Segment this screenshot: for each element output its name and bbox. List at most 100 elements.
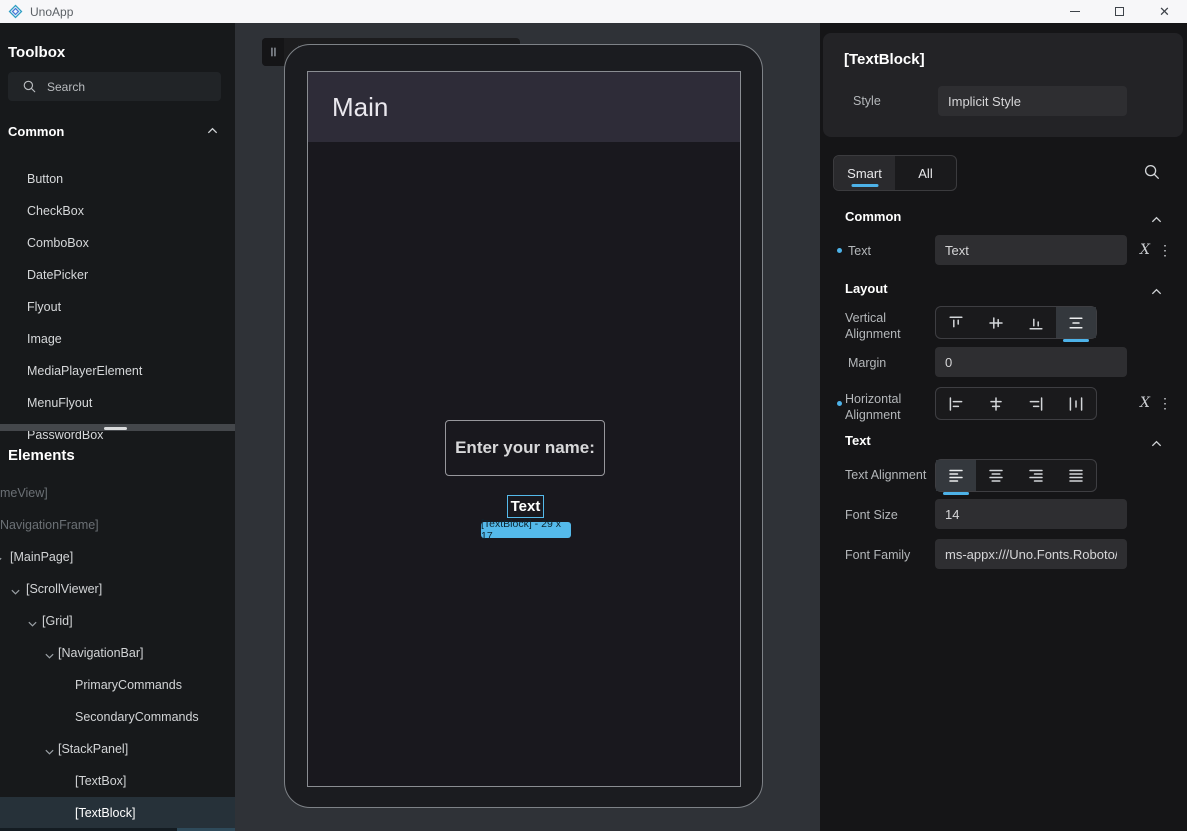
tree-item-grid[interactable]: [Grid] [0,605,235,637]
selected-textblock-text: Text [511,498,541,515]
tree-item-secondarycommands[interactable]: SecondaryCommands [0,701,235,733]
text-property-label: Text [848,244,871,258]
halign-left-button[interactable] [936,388,976,419]
toolbox-item-checkbox[interactable]: CheckBox [0,195,235,227]
halign-center-button[interactable] [976,388,1016,419]
halign-stretch-button[interactable] [1056,388,1096,419]
chevron-up-icon [1150,283,1163,301]
design-surface[interactable]: Main Enter your name: Text [TextBlock] -… [307,71,741,787]
properties-search-icon[interactable] [1143,163,1161,186]
device-frame: Main Enter your name: Text [TextBlock] -… [284,44,763,808]
section-common[interactable]: Common [820,206,1187,230]
tab-all[interactable]: All [895,156,956,190]
selected-textblock[interactable]: Text [507,495,544,518]
property-tabs: Smart All [833,155,957,191]
design-textbox[interactable]: Enter your name: [445,420,605,476]
toolbox-scrollbar[interactable] [0,424,235,431]
tree-item-textblock[interactable]: [TextBlock] [0,797,235,829]
vertical-alignment-label: Vertical Alignment [845,310,907,342]
style-label: Style [853,94,881,108]
valign-center-button[interactable] [976,307,1016,338]
toolbox-title: Toolbox [8,44,65,61]
selected-element-header: [TextBlock] [844,51,925,68]
navigation-bar[interactable]: Main [308,72,740,142]
property-menu-icon[interactable]: ⋮ [1158,395,1172,412]
page-title: Main [308,72,740,142]
close-button[interactable]: ✕ [1142,0,1187,23]
section-text[interactable]: Text [820,430,1187,454]
maximize-button[interactable] [1097,0,1142,23]
vertical-alignment-group [935,306,1097,339]
tree-item-frameview[interactable]: meView] [0,477,235,509]
properties-panel: [TextBlock] Style Smart All Common Text … [820,23,1187,831]
window-title: UnoApp [30,5,73,19]
valign-stretch-button[interactable] [1056,307,1096,338]
text-align-right-button[interactable] [1016,460,1056,491]
toolbox-item-button[interactable]: Button [0,163,235,195]
selection-size-badge: [TextBlock] - 29 x 17 [481,522,571,538]
binding-x-icon[interactable]: X [1140,242,1150,258]
minimize-button[interactable] [1052,0,1097,23]
uno-logo-icon [8,4,23,19]
tree-item-mainpage[interactable]: [MainPage] [0,541,235,573]
margin-field[interactable] [935,347,1127,377]
toolbox-item-datepicker[interactable]: DatePicker [0,259,235,291]
text-align-justify-button[interactable] [1056,460,1096,491]
modified-dot [837,401,842,406]
minimize-icon [1070,11,1080,13]
toolbox-item-flyout[interactable]: Flyout [0,291,235,323]
chevron-up-icon [206,122,219,140]
chevron-down-icon[interactable] [44,647,55,665]
chevron-down-icon[interactable] [27,615,38,633]
margin-label: Margin [848,356,886,370]
common-section-label: Common [8,124,64,139]
style-field[interactable] [938,86,1127,116]
drag-handle-icon[interactable] [262,38,284,66]
property-menu-icon[interactable]: ⋮ [1158,242,1172,259]
toolbox-item-mediaplayerelement[interactable]: MediaPlayerElement [0,355,235,387]
text-property-field[interactable] [935,235,1127,265]
toolbox-scrollbar-thumb[interactable] [104,427,127,430]
close-icon: ✕ [1159,5,1170,18]
toolbox-item-combobox[interactable]: ComboBox [0,227,235,259]
search-input[interactable] [47,80,197,94]
font-family-label: Font Family [845,548,910,562]
font-family-field[interactable] [935,539,1127,569]
tree-item-navigationframe[interactable]: NavigationFrame] [0,509,235,541]
toolbox-item-menuflyout[interactable]: MenuFlyout [0,387,235,419]
titlebar: UnoApp ✕ [0,0,1187,23]
tab-smart[interactable]: Smart [834,156,895,190]
toolbox-section-common[interactable]: Common [0,118,235,144]
chevron-down-icon[interactable] [44,743,55,761]
valign-top-button[interactable] [936,307,976,338]
design-textbox-text: Enter your name: [455,438,595,458]
modified-dot [837,248,842,253]
horizontal-alignment-label: Horizontal Alignment [845,391,911,423]
chevron-up-icon [1150,435,1163,453]
text-align-center-button[interactable] [976,460,1016,491]
chevron-up-icon [1150,211,1163,229]
text-align-left-button[interactable] [936,460,976,491]
toolbox-panel: Toolbox Common Button CheckBox ComboBox … [0,23,235,831]
elements-title: Elements [8,447,75,464]
tree-item-primarycommands[interactable]: PrimaryCommands [0,669,235,701]
binding-x-icon[interactable]: X [1140,395,1150,411]
chevron-down-icon[interactable] [0,551,3,569]
selected-element-card: [TextBlock] Style [823,33,1183,137]
chevron-down-icon[interactable] [10,583,21,601]
halign-right-button[interactable] [1016,388,1056,419]
search-icon [22,79,37,94]
section-layout[interactable]: Layout [820,278,1187,302]
toolbox-search[interactable] [8,72,221,101]
font-size-field[interactable] [935,499,1127,529]
toolbox-item-image[interactable]: Image [0,323,235,355]
text-alignment-group [935,459,1097,492]
tree-item-textbox[interactable]: [TextBox] [0,765,235,797]
tree-item-scrollviewer[interactable]: [ScrollViewer] [0,573,235,605]
valign-bottom-button[interactable] [1016,307,1056,338]
text-alignment-label: Text Alignment [845,468,926,482]
tree-item-stackpanel[interactable]: [StackPanel] [0,733,235,765]
font-size-label: Font Size [845,508,898,522]
horizontal-alignment-group [935,387,1097,420]
tree-item-navigationbar[interactable]: [NavigationBar] [0,637,235,669]
